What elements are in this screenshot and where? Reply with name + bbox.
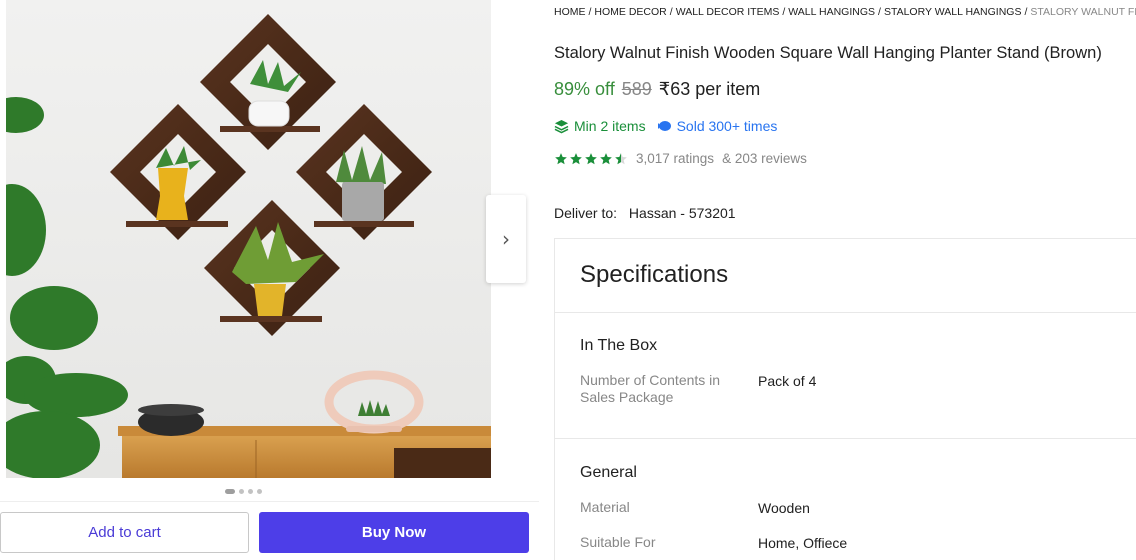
- specifications-title: Specifications: [580, 261, 729, 288]
- image-pagination-dots[interactable]: [225, 489, 262, 494]
- price-row: 89% off 589 ₹63 per item: [554, 79, 760, 100]
- spec-key: Number of Contents in Sales Package: [580, 372, 721, 405]
- pagination-dot[interactable]: [257, 489, 262, 494]
- breadcrumb-separator: /: [588, 6, 592, 18]
- next-image-button[interactable]: ›: [486, 195, 526, 283]
- breadcrumb-link[interactable]: STALORY WALL HANGINGS: [884, 6, 1022, 18]
- min-items-text: Min 2 items: [574, 118, 646, 134]
- breadcrumb-link[interactable]: HOME: [554, 6, 586, 18]
- add-to-cart-button[interactable]: Add to cart: [0, 512, 249, 553]
- pagination-dot[interactable]: [239, 489, 244, 494]
- spec-value: Wooden: [758, 500, 810, 516]
- breadcrumb-link[interactable]: WALL DECOR ITEMS: [676, 6, 780, 18]
- delivery-pincode: Hassan - 573201: [628, 205, 736, 221]
- pagination-dot[interactable]: [248, 489, 253, 494]
- breadcrumb-separator: /: [1024, 6, 1028, 18]
- buy-now-button[interactable]: Buy Now: [259, 512, 529, 553]
- breadcrumb-separator: /: [782, 6, 786, 18]
- sold-count-info: Sold 300+ times: [656, 118, 778, 134]
- breadcrumb-link[interactable]: WALL HANGINGS: [788, 6, 875, 18]
- product-image[interactable]: [6, 0, 491, 478]
- star-icon: [615, 152, 627, 164]
- min-items-info: Min 2 items: [554, 118, 646, 134]
- product-title: Stalory Walnut Finish Wooden Square Wall…: [554, 44, 1102, 62]
- offer-info-row: Min 2 items Sold 300+ times: [554, 118, 777, 134]
- sold-count-text: Sold 300+ times: [676, 118, 778, 134]
- original-price: 589: [621, 79, 652, 99]
- breadcrumb: HOME / HOME DECOR / WALL DECOR ITEMS / WALL HA…: [554, 6, 1136, 18]
- star-icon: [585, 152, 597, 164]
- chevron-right-icon: ›: [502, 227, 510, 251]
- breadcrumb-separator: /: [669, 6, 673, 18]
- star-icon: [600, 152, 612, 164]
- spec-key: Suitable For: [580, 534, 656, 550]
- ratings-count: 3,017 ratings: [636, 151, 715, 166]
- action-bar: Add to cart Buy Now: [0, 501, 539, 560]
- spec-group-title: In The Box: [580, 337, 658, 354]
- sold-badge-icon: [657, 120, 671, 131]
- pagination-dot[interactable]: [225, 489, 235, 494]
- reviews-count: & 203 reviews: [722, 151, 807, 166]
- spec-value: Pack of 4: [758, 373, 817, 389]
- star-icon: [555, 152, 567, 164]
- star-rating: [554, 152, 628, 166]
- specifications-card: Specifications In The Box Number of Cont…: [554, 238, 1136, 560]
- spec-group-title: General: [580, 464, 637, 481]
- delivery-location[interactable]: Deliver to: Hassan - 573201: [554, 205, 736, 221]
- layers-icon: [554, 119, 569, 133]
- rating-row[interactable]: 3,017 ratings & 203 reviews: [554, 151, 807, 166]
- breadcrumb-current: STALORY WALNUT FINISH: [1030, 6, 1136, 18]
- spec-key: Material: [580, 499, 630, 515]
- discount-label: 89% off: [554, 79, 615, 99]
- spec-value: Home, Offiece: [758, 535, 848, 551]
- deliver-to-label: Deliver to:: [554, 205, 618, 221]
- breadcrumb-separator: /: [878, 6, 881, 18]
- product-details: HOME / HOME DECOR / WALL DECOR ITEMS / WALL HA…: [554, 0, 1136, 560]
- star-icon: [570, 152, 582, 164]
- breadcrumb-link[interactable]: HOME DECOR: [594, 6, 666, 18]
- selling-price: ₹63 per item: [658, 79, 761, 99]
